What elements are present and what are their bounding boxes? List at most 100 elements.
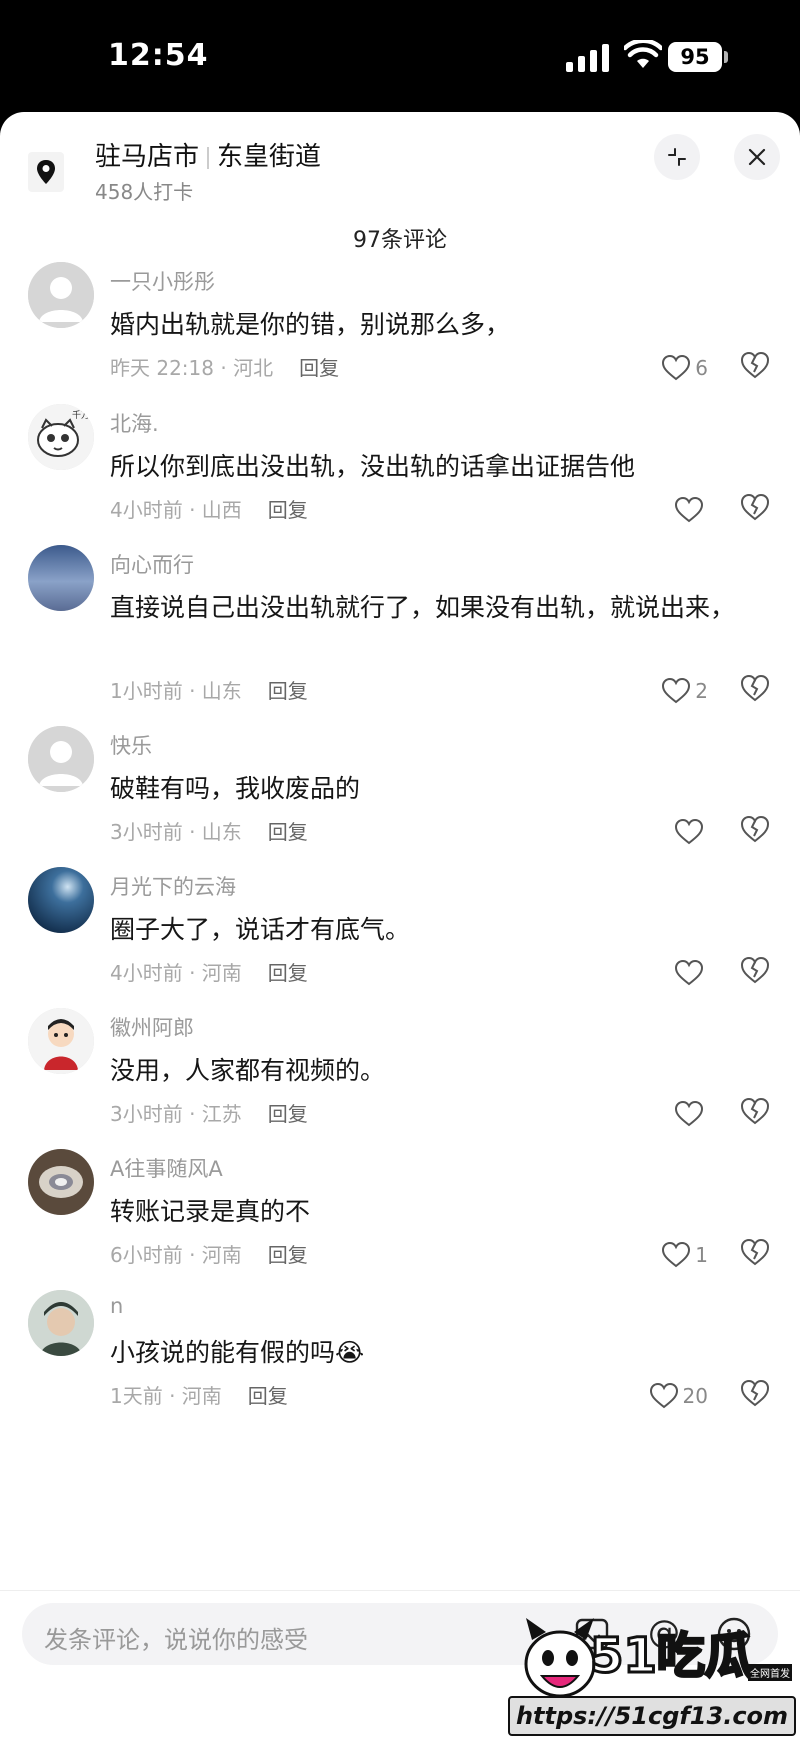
broken-heart-icon[interactable] [740,955,770,985]
comment-meta: 3小时前 · 江苏 回复 [110,1098,308,1127]
comment-text: 破鞋有吗，我收废品的 [110,774,361,803]
comments-sheet: 驻马店市 东皇街道 458人打卡 97条评论 一只小彤彤 婚内出轨就是你的错，别说… [0,112,800,1739]
broken-heart-icon[interactable] [740,1237,770,1267]
location-street: 东皇街道 [217,142,322,172]
comment-username[interactable]: 徽州阿郎 [110,1012,194,1042]
like-button[interactable] [674,494,708,526]
heart-icon [649,1382,678,1409]
comment-text: 小孩说的能有假的吗😭 [110,1338,365,1367]
heart-icon [662,1241,691,1268]
comment-count: 97条评论 [353,228,447,253]
signal-icon [566,44,609,72]
checkin-count: 458人打卡 [95,180,194,204]
comment-time-location: 4小时前 · 河南 [110,961,242,985]
broken-heart-icon[interactable] [740,673,770,703]
wifi-icon [624,40,662,68]
comment-time-location: 昨天 22:18 · 河北 [110,356,274,380]
comment-text: 圈子大了，说话才有底气。 [110,915,411,944]
heart-icon [674,818,704,845]
comment-username[interactable]: 北海. [110,408,159,438]
shrink-icon [668,148,686,166]
avatar[interactable] [28,262,94,328]
status-bar: 12:54 95 [0,0,800,112]
like-button[interactable] [674,1098,708,1130]
like-count: 2 [695,679,708,703]
watermark-logo-number: 51 [589,1627,659,1686]
heart-icon [662,677,691,704]
comment-username[interactable]: 快乐 [110,730,152,760]
comment-time-location: 4小时前 · 山西 [110,498,242,522]
like-button[interactable]: 1 [661,1239,708,1271]
avatar[interactable] [28,1008,94,1074]
battery-indicator: 95 [668,42,722,72]
comment-username[interactable]: A往事随风A [110,1153,223,1183]
avatar[interactable] [28,1290,94,1356]
broken-heart-icon[interactable] [740,1378,770,1408]
close-icon [748,148,766,166]
location-pin-icon [28,152,64,192]
comment-text: 没用，人家都有视频的。 [110,1056,386,1085]
status-time: 12:54 [108,38,209,73]
watermark-tag: 全网首发 [748,1664,792,1681]
comment-username[interactable]: n [110,1294,123,1318]
heart-icon [674,496,704,523]
comment-time-location: 1小时前 · 山东 [110,679,242,703]
reply-button[interactable]: 回复 [268,498,308,522]
location-title[interactable]: 驻马店市 东皇街道 [95,136,321,173]
comment-username[interactable]: 向心而行 [110,549,194,579]
avatar[interactable]: 千万 [28,404,94,470]
comment-meta: 1天前 · 河南 回复 [110,1380,288,1409]
reply-button[interactable]: 回复 [268,679,308,703]
like-button[interactable]: 20 [649,1380,708,1412]
comment-time-location: 3小时前 · 山东 [110,820,242,844]
broken-heart-icon[interactable] [740,1096,770,1126]
reply-button[interactable]: 回复 [299,356,339,380]
battery-tip [724,51,728,63]
comment-meta: 3小时前 · 山东 回复 [110,816,308,845]
watermark-url: https://51cgf13.com [508,1696,796,1736]
like-count: 6 [695,356,708,380]
comment-text: 所以你到底出没出轨，没出轨的话拿出证据告他 [110,452,636,481]
comment-meta: 昨天 22:18 · 河北 回复 [110,352,339,381]
reply-button[interactable]: 回复 [268,820,308,844]
shrink-button[interactable] [654,134,700,180]
like-button[interactable]: 6 [661,352,708,384]
svg-text:千万: 千万 [72,410,90,421]
comment-time-location: 6小时前 · 河南 [110,1243,242,1267]
comment-meta: 4小时前 · 山西 回复 [110,494,308,523]
location-city: 驻马店市 [95,142,200,172]
avatar[interactable] [28,545,94,611]
reply-button[interactable]: 回复 [268,1102,308,1126]
like-count: 20 [682,1384,708,1408]
avatar[interactable] [28,1149,94,1215]
broken-heart-icon[interactable] [740,350,770,380]
watermark-mascot [524,1618,596,1698]
comment-input-placeholder: 发条评论，说说你的感受 [44,1626,308,1654]
comment-username[interactable]: 一只小彤彤 [110,266,215,296]
avatar[interactable] [28,726,94,792]
avatar[interactable] [28,867,94,933]
reply-button[interactable]: 回复 [268,961,308,985]
comment-time-location: 1天前 · 河南 [110,1384,222,1408]
reply-button[interactable]: 回复 [268,1243,308,1267]
comment-meta: 4小时前 · 河南 回复 [110,957,308,986]
broken-heart-icon[interactable] [740,492,770,522]
comment-text: 转账记录是真的不 [110,1197,311,1226]
like-button[interactable]: 2 [661,675,708,707]
watermark-logo-text: 吃瓜 [655,1627,754,1686]
reply-button[interactable]: 回复 [248,1384,288,1408]
broken-heart-icon[interactable] [740,814,770,844]
heart-icon [662,354,691,381]
comment-meta: 6小时前 · 河南 回复 [110,1239,308,1268]
watermark-logo: 51吃瓜 [589,1616,770,1686]
like-button[interactable] [674,957,708,989]
close-button[interactable] [734,134,780,180]
comment-time-location: 3小时前 · 江苏 [110,1102,242,1126]
like-count: 1 [695,1243,708,1267]
comment-text: 直接说自己出没出轨就行了，如果没有出轨，就说出来， [110,593,736,622]
heart-icon [674,1100,704,1127]
comment-meta: 1小时前 · 山东 回复 [110,675,308,704]
title-separator [207,146,210,169]
comment-username[interactable]: 月光下的云海 [110,871,236,901]
like-button[interactable] [674,816,708,848]
